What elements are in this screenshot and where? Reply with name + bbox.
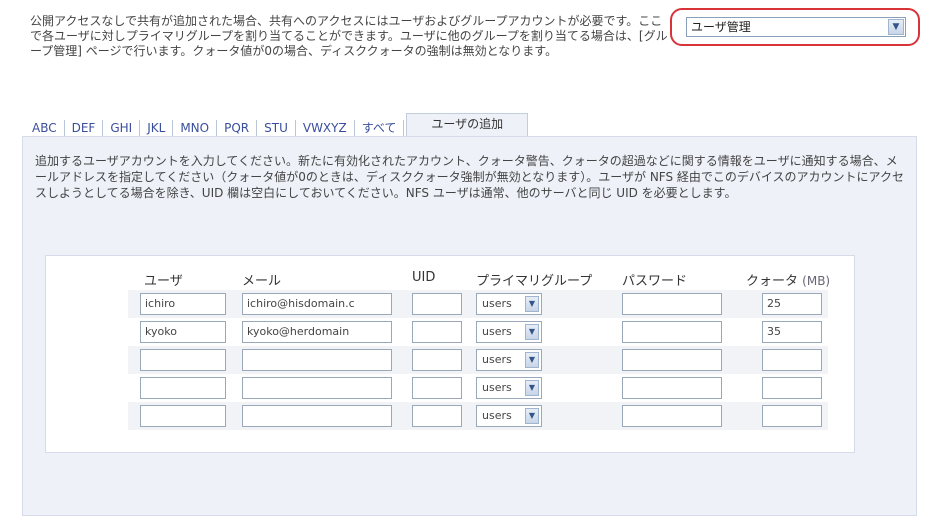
uid-input[interactable] xyxy=(412,405,462,427)
password-input[interactable] xyxy=(622,293,722,315)
tab-vwxyz[interactable]: VWXYZ xyxy=(296,120,355,136)
primary-group-select[interactable]: users ▼ xyxy=(476,377,542,399)
add-user-description: 追加するユーザアカウントを入力してください。新たに有効化されたアカウント、クォー… xyxy=(35,154,904,200)
primary-group-select[interactable]: users ▼ xyxy=(476,293,542,315)
column-header-quota: クォータ (MB) xyxy=(746,274,831,289)
tab-add-user[interactable]: ユーザの追加 xyxy=(406,113,529,136)
user-input[interactable]: kyoko xyxy=(140,321,226,343)
mail-input[interactable] xyxy=(242,349,392,371)
chevron-down-icon[interactable]: ▼ xyxy=(525,380,539,396)
user-input[interactable] xyxy=(140,405,226,427)
mode-select[interactable]: ユーザ管理 ▼ xyxy=(686,17,906,37)
chevron-down-icon[interactable]: ▼ xyxy=(888,19,904,35)
tab-ghi[interactable]: GHI xyxy=(103,120,141,136)
mail-input[interactable] xyxy=(242,405,392,427)
mail-input[interactable]: kyoko@herdomain xyxy=(242,321,392,343)
uid-input[interactable] xyxy=(412,293,462,315)
user-input[interactable] xyxy=(140,349,226,371)
add-user-panel: 追加するユーザアカウントを入力してください。新たに有効化されたアカウント、クォー… xyxy=(22,136,917,516)
tab-def[interactable]: DEF xyxy=(65,120,104,136)
quota-input[interactable]: 35 xyxy=(762,321,822,343)
uid-input[interactable] xyxy=(412,349,462,371)
tab-pqr[interactable]: PQR xyxy=(217,120,258,136)
password-input[interactable] xyxy=(622,377,722,399)
user-filter-tabs: ABC DEF GHI JKL MNO PQR STU VWXYZ すべて ユー… xyxy=(30,113,529,136)
mode-select-value: ユーザ管理 xyxy=(691,20,751,34)
primary-group-select[interactable]: users ▼ xyxy=(476,405,542,427)
column-header-user: ユーザ xyxy=(144,274,183,289)
chevron-down-icon[interactable]: ▼ xyxy=(525,324,539,340)
column-header-primary-group: プライマリグループ xyxy=(476,274,593,289)
password-input[interactable] xyxy=(622,349,722,371)
quota-input[interactable] xyxy=(762,405,822,427)
tab-abc[interactable]: ABC xyxy=(30,120,65,136)
chevron-down-icon[interactable]: ▼ xyxy=(525,408,539,424)
quota-input[interactable] xyxy=(762,349,822,371)
user-input[interactable]: ichiro xyxy=(140,293,226,315)
uid-input[interactable] xyxy=(412,321,462,343)
column-header-password: パスワード xyxy=(622,274,688,289)
uid-input[interactable] xyxy=(412,377,462,399)
intro-text: 公開アクセスなしで共有が追加された場合、共有へのアクセスにはユーザおよびグループ… xyxy=(30,14,668,58)
tab-mno[interactable]: MNO xyxy=(173,120,218,136)
chevron-down-icon[interactable]: ▼ xyxy=(525,352,539,368)
mail-input[interactable]: ichiro@hisdomain.c xyxy=(242,293,392,315)
user-input[interactable] xyxy=(140,377,226,399)
mail-input[interactable] xyxy=(242,377,392,399)
column-header-uid: UID xyxy=(412,270,436,285)
password-input[interactable] xyxy=(622,321,722,343)
quota-input[interactable] xyxy=(762,377,822,399)
mode-select-highlight: ユーザ管理 ▼ xyxy=(670,8,920,46)
primary-group-select[interactable]: users ▼ xyxy=(476,321,542,343)
tab-jkl[interactable]: JKL xyxy=(140,120,174,136)
chevron-down-icon[interactable]: ▼ xyxy=(525,296,539,312)
add-user-table: ユーザ メール UID プライマリグループ パスワード クォータ (MB) ic… xyxy=(45,255,855,453)
quota-input[interactable]: 25 xyxy=(762,293,822,315)
tab-stu[interactable]: STU xyxy=(257,120,296,136)
column-header-mail: メール xyxy=(242,274,282,289)
primary-group-select[interactable]: users ▼ xyxy=(476,349,542,371)
password-input[interactable] xyxy=(622,405,722,427)
tab-all[interactable]: すべて xyxy=(355,120,405,136)
